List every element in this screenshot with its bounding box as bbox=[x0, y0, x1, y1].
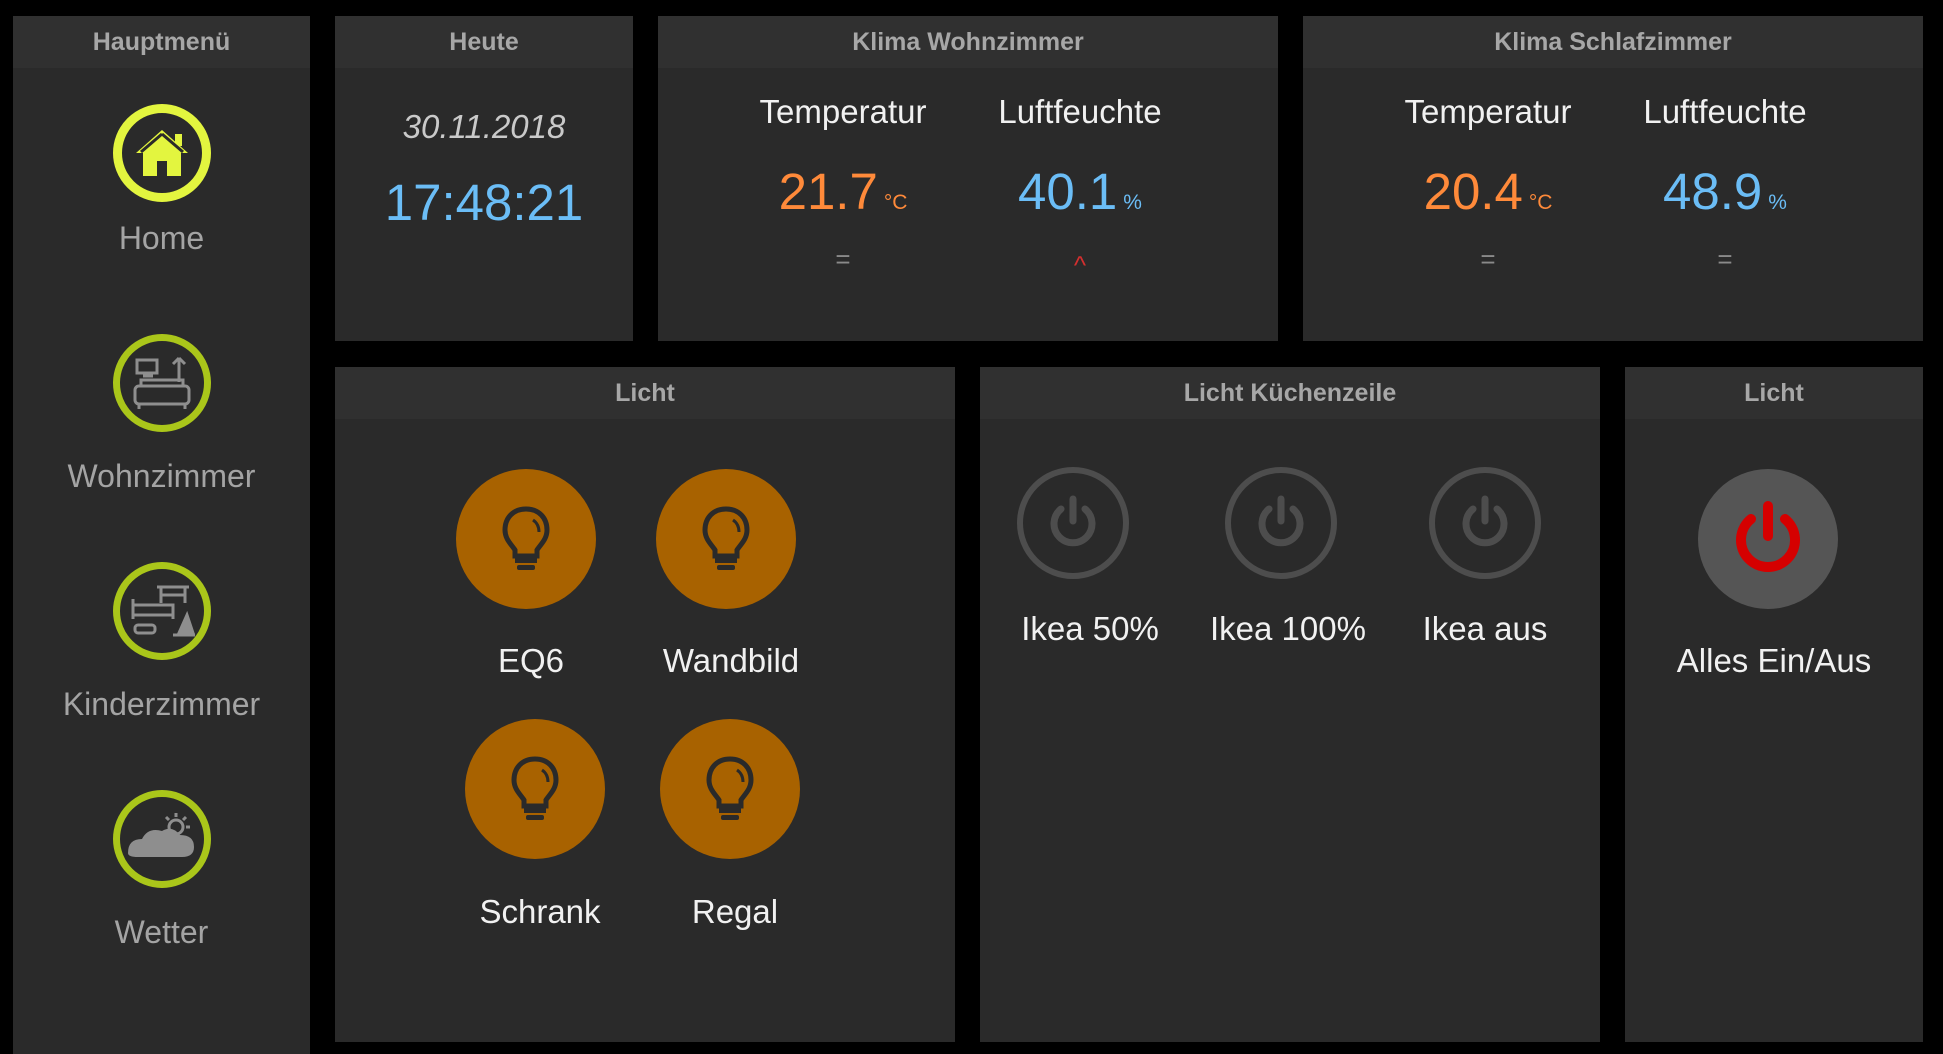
temp-value: 20.4 °C bbox=[1378, 162, 1598, 221]
ikea-50-button[interactable] bbox=[1017, 467, 1129, 579]
hum-trend: = bbox=[1717, 244, 1733, 274]
climate-bedroom-title: Klima Schlafzimmer bbox=[1303, 16, 1923, 68]
hum-value: 40.1% bbox=[970, 162, 1190, 221]
bulb-icon bbox=[511, 756, 559, 820]
today-panel: Heute 30.11.2018 17:48:21 bbox=[335, 16, 633, 341]
nav-item-wohnzimmer[interactable]: Wohnzimmer bbox=[13, 334, 310, 495]
ikea-100-label: Ikea 100% bbox=[1210, 610, 1366, 647]
light-eq6-label: EQ6 bbox=[497, 642, 565, 679]
power-icon bbox=[1462, 495, 1508, 547]
all-lights-panel: Licht Alles Ein/Aus bbox=[1625, 367, 1923, 1042]
light-panel: Licht EQ6 Wandbild Schrank Regal bbox=[335, 367, 955, 1042]
nav-label-wohnzimmer: Wohnzimmer bbox=[67, 458, 256, 494]
light-wandbild-label: Wandbild bbox=[662, 642, 800, 679]
kitchen-light-title: Licht Küchenzeile bbox=[980, 367, 1600, 419]
light-regal-button[interactable] bbox=[660, 719, 800, 859]
hum-value: 48.9% bbox=[1615, 162, 1835, 221]
nav-label-wetter: Wetter bbox=[114, 914, 209, 950]
temp-label: Temperatur bbox=[759, 93, 927, 130]
kids-room-icon bbox=[112, 562, 211, 660]
nav-label-kinderzimmer: Kinderzimmer bbox=[62, 686, 261, 722]
ikea-off-label: Ikea aus bbox=[1422, 610, 1548, 647]
ikea-off-button[interactable] bbox=[1429, 467, 1541, 579]
temp-value: 21.7 °C bbox=[733, 162, 953, 221]
temp-trend: = bbox=[1480, 244, 1496, 274]
kitchen-light-panel: Licht Küchenzeile Ikea 50% Ikea 100% Ike… bbox=[980, 367, 1600, 1042]
nav-label-home: Home bbox=[118, 220, 205, 256]
hum-unit: % bbox=[1123, 191, 1142, 214]
bulb-icon bbox=[706, 756, 754, 820]
power-icon bbox=[1050, 495, 1096, 547]
nav-item-kinderzimmer[interactable]: Kinderzimmer bbox=[13, 562, 310, 723]
all-lights-label: Alles Ein/Aus bbox=[1676, 642, 1872, 679]
temp-number: 21.7 bbox=[778, 163, 878, 220]
all-lights-toggle-button[interactable] bbox=[1698, 469, 1838, 609]
home-icon bbox=[112, 104, 211, 202]
ikea-50-label: Ikea 50% bbox=[1021, 610, 1159, 647]
light-regal-label: Regal bbox=[691, 893, 779, 930]
nav-item-home[interactable]: Home bbox=[13, 104, 310, 257]
today-title: Heute bbox=[335, 16, 633, 68]
temp-label: Temperatur bbox=[1404, 93, 1572, 130]
bulb-icon bbox=[502, 506, 550, 570]
all-lights-title: Licht bbox=[1625, 367, 1923, 419]
power-icon bbox=[1736, 501, 1800, 572]
hum-trend-up: ^ bbox=[1073, 250, 1087, 280]
light-wandbild-button[interactable] bbox=[656, 469, 796, 609]
power-icon bbox=[1258, 495, 1304, 547]
weather-icon bbox=[112, 790, 211, 888]
date-display: 30.11.2018 bbox=[402, 108, 566, 145]
temp-unit: °C bbox=[883, 191, 908, 214]
temp-number: 20.4 bbox=[1423, 163, 1523, 220]
temp-unit: °C bbox=[1528, 191, 1553, 214]
nav-item-wetter[interactable]: Wetter bbox=[13, 790, 310, 951]
clock-display: 17:48:21 bbox=[384, 174, 584, 231]
climate-living-panel: Klima Wohnzimmer Temperatur Luftfeuchte … bbox=[658, 16, 1278, 341]
hum-unit: % bbox=[1768, 191, 1787, 214]
ikea-100-button[interactable] bbox=[1225, 467, 1337, 579]
light-title: Licht bbox=[335, 367, 955, 419]
hum-label: Luftfeuchte bbox=[998, 93, 1162, 130]
light-schrank-label: Schrank bbox=[479, 893, 601, 930]
temp-trend: = bbox=[835, 244, 851, 274]
light-schrank-button[interactable] bbox=[465, 719, 605, 859]
living-room-icon bbox=[112, 334, 211, 432]
climate-bedroom-panel: Klima Schlafzimmer Temperatur Luftfeucht… bbox=[1303, 16, 1923, 341]
hum-number: 48.9 bbox=[1663, 163, 1763, 220]
light-eq6-button[interactable] bbox=[456, 469, 596, 609]
sidebar-title: Hauptmenü bbox=[13, 16, 310, 68]
sidebar: Hauptmenü Home Wohnzimmer Kinderzimmer W… bbox=[13, 16, 310, 1054]
climate-living-title: Klima Wohnzimmer bbox=[658, 16, 1278, 68]
hum-label: Luftfeuchte bbox=[1643, 93, 1807, 130]
hum-number: 40.1 bbox=[1018, 163, 1118, 220]
bulb-icon bbox=[702, 506, 750, 570]
